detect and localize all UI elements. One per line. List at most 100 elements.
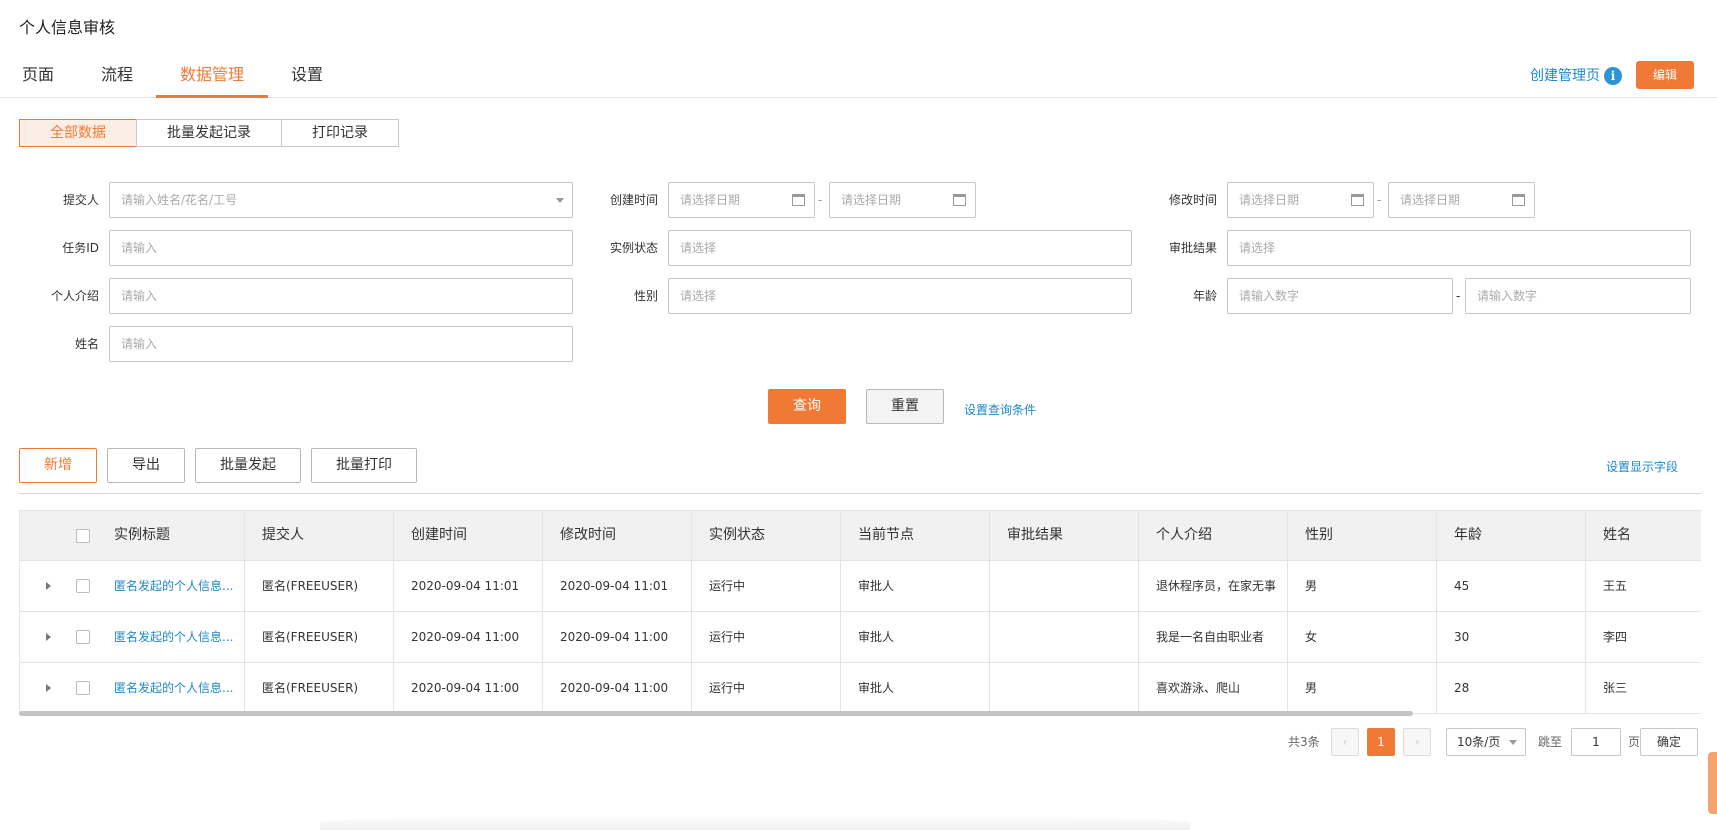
current-page-button[interactable]: 1 bbox=[1367, 728, 1395, 756]
submitter-label: 提交人 bbox=[62, 193, 99, 207]
age-cell: 28 bbox=[1436, 663, 1585, 713]
total-count: 共3条 bbox=[1288, 735, 1320, 749]
table-row[interactable]: 匿名发起的个人信息... 匿名(FREEUSER) 2020-09-04 11:… bbox=[20, 560, 1701, 611]
age-max-input[interactable]: 请输入数字 bbox=[1465, 278, 1691, 314]
submitter-select[interactable]: 请输入姓名/花名/工号 bbox=[109, 182, 573, 218]
view-all-data[interactable]: 全部数据 bbox=[19, 119, 137, 147]
gender-label: 性别 bbox=[633, 289, 658, 303]
page-size-select[interactable]: 10条/页 bbox=[1446, 728, 1526, 756]
edit-button[interactable]: 编辑 bbox=[1636, 61, 1694, 89]
intro-input[interactable]: 请输入 bbox=[109, 278, 573, 314]
row-checkbox[interactable] bbox=[76, 630, 90, 644]
tab-process[interactable]: 流程 bbox=[100, 60, 134, 98]
result-cell bbox=[989, 561, 1138, 611]
row-title-cell: 匿名发起的个人信息... bbox=[20, 612, 244, 662]
created-cell: 2020-09-04 11:00 bbox=[393, 612, 542, 662]
instance-title-link[interactable]: 匿名发起的个人信息... bbox=[114, 561, 236, 611]
view-print-records[interactable]: 打印记录 bbox=[281, 119, 399, 147]
modified-time-label: 修改时间 bbox=[1168, 193, 1217, 207]
side-panel-handle[interactable] bbox=[1708, 752, 1717, 814]
column-header: 审批结果 bbox=[989, 511, 1138, 560]
created-start-placeholder: 请选择日期 bbox=[680, 193, 741, 207]
calendar-icon bbox=[792, 194, 805, 206]
created-end-date[interactable]: 请选择日期 bbox=[829, 182, 976, 218]
info-icon[interactable]: i bbox=[1604, 67, 1622, 85]
gender-select[interactable]: 请选择 bbox=[668, 278, 1132, 314]
tab-data-management[interactable]: 数据管理 bbox=[156, 60, 268, 98]
add-button[interactable]: 新增 bbox=[19, 448, 97, 483]
calendar-icon bbox=[953, 194, 966, 206]
column-header: 修改时间 bbox=[542, 511, 691, 560]
intro-cell: 我是一名自由职业者 bbox=[1138, 612, 1287, 662]
column-header: 实例标题 bbox=[114, 527, 170, 543]
approval-result-label: 审批结果 bbox=[1168, 241, 1217, 255]
batch-print-button[interactable]: 批量打印 bbox=[311, 448, 417, 483]
gender-cell: 女 bbox=[1287, 612, 1436, 662]
name-cell: 李四 bbox=[1585, 612, 1701, 662]
select-all-checkbox[interactable] bbox=[76, 528, 90, 543]
tab-page[interactable]: 页面 bbox=[21, 60, 55, 98]
batch-start-button[interactable]: 批量发起 bbox=[195, 448, 301, 483]
submitter-cell: 匿名(FREEUSER) bbox=[244, 612, 393, 662]
node-cell: 审批人 bbox=[840, 612, 989, 662]
task-id-input[interactable]: 请输入 bbox=[109, 230, 573, 266]
jump-page-input[interactable]: 1 bbox=[1571, 728, 1621, 756]
view-batch-records[interactable]: 批量发起记录 bbox=[136, 119, 282, 147]
set-display-fields-link[interactable]: 设置显示字段 bbox=[1606, 458, 1678, 475]
result-cell bbox=[989, 663, 1138, 713]
name-cell: 王五 bbox=[1585, 561, 1701, 611]
column-header: 姓名 bbox=[1585, 511, 1701, 560]
row-checkbox[interactable] bbox=[76, 681, 90, 695]
create-manage-page-link[interactable]: 创建管理页 bbox=[1530, 65, 1600, 85]
intro-cell: 退休程序员，在家无事 bbox=[1138, 561, 1287, 611]
column-header: 提交人 bbox=[244, 511, 393, 560]
column-header: 创建时间 bbox=[393, 511, 542, 560]
query-button[interactable]: 查询 bbox=[768, 389, 846, 424]
instance-status-select[interactable]: 请选择 bbox=[668, 230, 1132, 266]
modified-cell: 2020-09-04 11:01 bbox=[542, 561, 691, 611]
modified-end-date[interactable]: 请选择日期 bbox=[1388, 182, 1535, 218]
node-cell: 审批人 bbox=[840, 561, 989, 611]
row-checkbox[interactable] bbox=[76, 579, 90, 593]
jump-label: 跳至 bbox=[1538, 735, 1563, 749]
approval-result-select[interactable]: 请选择 bbox=[1227, 230, 1691, 266]
export-button[interactable]: 导出 bbox=[107, 448, 185, 483]
age-min-input[interactable]: 请输入数字 bbox=[1227, 278, 1453, 314]
set-query-conditions-link[interactable]: 设置查询条件 bbox=[964, 401, 1036, 418]
table-row[interactable]: 匿名发起的个人信息... 匿名(FREEUSER) 2020-09-04 11:… bbox=[20, 662, 1701, 713]
name-label: 姓名 bbox=[74, 337, 99, 351]
modified-start-placeholder: 请选择日期 bbox=[1239, 193, 1300, 207]
instance-status-label: 实例状态 bbox=[609, 241, 658, 255]
chevron-down-icon bbox=[1509, 740, 1517, 745]
table-row[interactable]: 匿名发起的个人信息... 匿名(FREEUSER) 2020-09-04 11:… bbox=[20, 611, 1701, 662]
next-page-button[interactable]: › bbox=[1403, 728, 1431, 756]
status-cell: 运行中 bbox=[691, 561, 840, 611]
reset-button[interactable]: 重置 bbox=[866, 389, 944, 424]
calendar-icon bbox=[1351, 194, 1364, 206]
expand-row-icon[interactable] bbox=[46, 684, 51, 692]
created-range-separator: - bbox=[818, 193, 823, 207]
instance-title-link[interactable]: 匿名发起的个人信息... bbox=[114, 612, 236, 662]
column-header: 年龄 bbox=[1436, 511, 1585, 560]
age-cell: 45 bbox=[1436, 561, 1585, 611]
prev-page-button[interactable]: ‹ bbox=[1331, 728, 1359, 756]
jump-confirm-button[interactable]: 确定 bbox=[1640, 728, 1698, 756]
main-tabs: 页面 流程 数据管理 设置 bbox=[0, 60, 1717, 98]
name-input[interactable]: 请输入 bbox=[109, 326, 573, 362]
modified-start-date[interactable]: 请选择日期 bbox=[1227, 182, 1374, 218]
expand-row-icon[interactable] bbox=[46, 633, 51, 641]
created-end-placeholder: 请选择日期 bbox=[841, 193, 902, 207]
created-start-date[interactable]: 请选择日期 bbox=[668, 182, 815, 218]
tab-settings[interactable]: 设置 bbox=[290, 60, 324, 98]
age-label: 年龄 bbox=[1192, 289, 1217, 303]
horizontal-scrollbar[interactable] bbox=[19, 711, 1413, 716]
instance-title-link[interactable]: 匿名发起的个人信息... bbox=[114, 663, 236, 713]
expand-row-icon[interactable] bbox=[46, 582, 51, 590]
divider bbox=[19, 493, 1701, 494]
row-title-cell: 匿名发起的个人信息... bbox=[20, 663, 244, 713]
data-table: 实例标题 提交人 创建时间 修改时间 实例状态 当前节点 审批结果 个人介绍 性… bbox=[19, 510, 1701, 714]
submitter-cell: 匿名(FREEUSER) bbox=[244, 663, 393, 713]
modified-range-separator: - bbox=[1377, 193, 1382, 207]
modified-cell: 2020-09-04 11:00 bbox=[542, 663, 691, 713]
bottom-shadow bbox=[320, 815, 1190, 830]
